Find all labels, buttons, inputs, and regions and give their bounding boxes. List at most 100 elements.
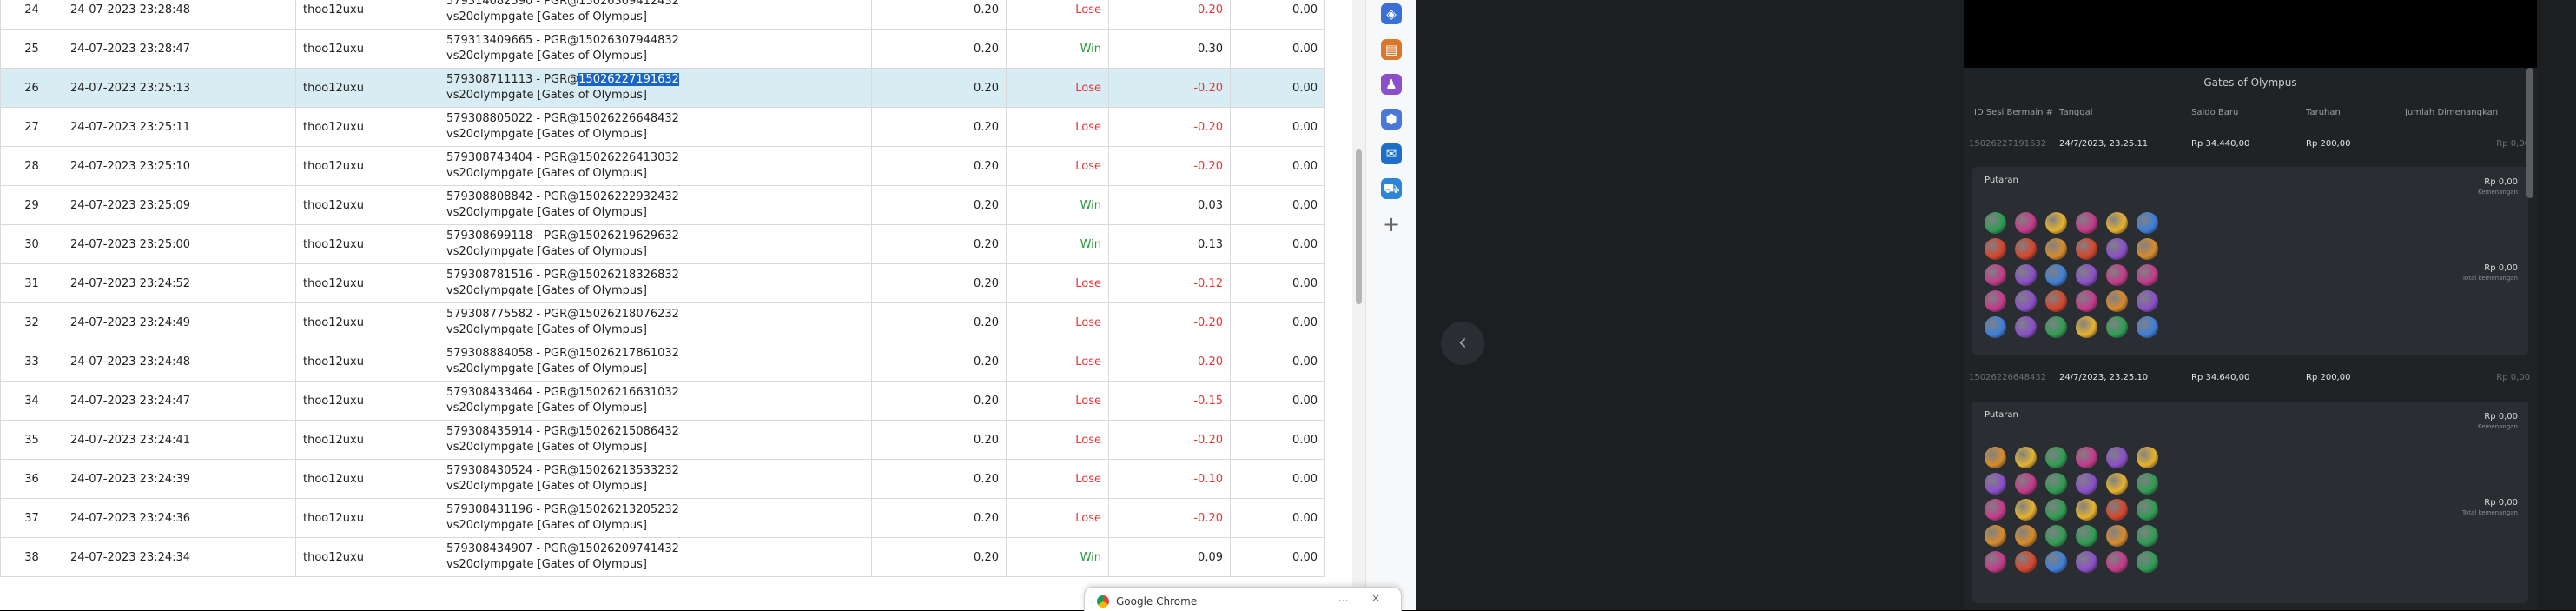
back-arrow-icon[interactable]: ‹	[1441, 322, 1484, 365]
table-row[interactable]: 37 24-07-2023 23:24:36 thoo12uxu 5793084311…	[0, 498, 1325, 538]
chess-icon[interactable]: ♟	[1381, 74, 1402, 95]
add-extension-icon[interactable]: +	[1381, 214, 1402, 235]
modal-title: Gates of Olympus	[2203, 76, 2297, 89]
col-bet: Taruhan	[2306, 108, 2341, 117]
gem-symbol	[2106, 264, 2128, 286]
toolbox-icon[interactable]: ▤	[1381, 39, 1402, 60]
row-extra: 0.00	[1230, 263, 1325, 303]
table-row[interactable]: 29 24-07-2023 23:25:09 thoo12uxu 5793088088…	[0, 185, 1325, 225]
row-game: 579308431196 - PGR@15026213205232 vs20oly…	[439, 498, 872, 538]
row-user: thoo12uxu	[295, 146, 439, 186]
gem-symbol	[2015, 473, 2037, 495]
row-number: 35	[0, 420, 63, 460]
gem-symbol	[2045, 316, 2067, 338]
tag-icon[interactable]: ◈	[1381, 3, 1402, 24]
history-entry[interactable]: 15026227191632 24/7/2023, 23.25.11 Rp 34…	[1964, 139, 2537, 158]
table-row[interactable]: 34 24-07-2023 23:24:47 thoo12uxu 5793084334…	[0, 381, 1325, 421]
table-row[interactable]: 35 24-07-2023 23:24:41 thoo12uxu 5793084359…	[0, 420, 1325, 460]
row-extra: 0.00	[1230, 146, 1325, 186]
gem-symbol	[2106, 316, 2128, 338]
row-bet: 0.20	[871, 302, 1007, 342]
table-row[interactable]: 30 24-07-2023 23:25:00 thoo12uxu 5793086991…	[0, 224, 1325, 264]
table-row[interactable]: 36 24-07-2023 23:24:39 thoo12uxu 5793084305…	[0, 459, 1325, 499]
row-winloss: -0.20	[1108, 68, 1231, 108]
row-result: Lose	[1006, 107, 1109, 147]
row-number: 27	[0, 107, 63, 147]
gem-symbol	[2015, 499, 2037, 521]
history-entry[interactable]: 15026226648432 24/7/2023, 23.25.10 Rp 34…	[1964, 373, 2537, 392]
row-extra: 0.00	[1230, 498, 1325, 538]
gem-symbol	[2106, 551, 2128, 573]
row-game: 579308805022 - PGR@15026226648432 vs20oly…	[439, 107, 872, 147]
table-row[interactable]: 33 24-07-2023 23:24:48 thoo12uxu 5793088840…	[0, 342, 1325, 382]
gem-symbol	[2076, 290, 2097, 312]
shield-icon[interactable]: ⬢	[1381, 109, 1402, 130]
row-winloss: -0.12	[1108, 263, 1231, 303]
table-scrollbar[interactable]	[1352, 0, 1365, 610]
cart-icon[interactable]: ⛟	[1381, 178, 1402, 199]
row-extra: 0.00	[1230, 302, 1325, 342]
row-bet: 0.20	[871, 185, 1007, 225]
spin-card: Putaran Rp 0,00 Kemenangan Rp 0,00 Total…	[1972, 167, 2528, 355]
row-winloss: -0.10	[1108, 459, 1231, 499]
table-row[interactable]: 27 24-07-2023 23:25:11 thoo12uxu 5793088050…	[0, 107, 1325, 147]
gem-symbol	[2045, 473, 2067, 495]
gem-symbol	[2015, 551, 2037, 573]
table-row[interactable]: 24 24-07-2023 23:28:48 thoo12uxu 5793140825…	[0, 0, 1325, 30]
scrollbar-thumb[interactable]	[1356, 149, 1362, 304]
row-result: Lose	[1006, 0, 1109, 30]
table-row[interactable]: 38 24-07-2023 23:24:34 thoo12uxu 5793084349…	[0, 537, 1325, 577]
row-result: Lose	[1006, 420, 1109, 460]
row-number: 36	[0, 459, 63, 499]
row-user: thoo12uxu	[295, 342, 439, 382]
row-time: 24-07-2023 23:24:52	[63, 263, 296, 303]
row-number: 33	[0, 342, 63, 382]
gem-symbol	[2015, 238, 2037, 260]
chrome-notification[interactable]: Google Chrome ... ×	[1084, 587, 1402, 611]
modal-top-bar	[1964, 0, 2537, 68]
col-session-id: ID Sesi Bermain #	[1974, 108, 2053, 117]
transactions-table-wrap: 24 24-07-2023 23:28:48 thoo12uxu 5793140825…	[0, 0, 1325, 577]
row-number: 25	[0, 29, 63, 69]
gem-symbol	[1985, 525, 2006, 547]
row-user: thoo12uxu	[295, 381, 439, 421]
row-bet: 0.20	[871, 146, 1007, 186]
row-game: 579308781516 - PGR@15026218326832 vs20oly…	[439, 263, 872, 303]
gem-symbol	[2015, 212, 2037, 234]
gem-symbol	[2045, 290, 2067, 312]
modal-scrollbar[interactable]	[2526, 68, 2533, 198]
outlook-icon[interactable]: ✉	[1381, 143, 1402, 164]
table-row[interactable]: 28 24-07-2023 23:25:10 thoo12uxu 5793087434…	[0, 146, 1325, 186]
gem-symbol	[2137, 316, 2158, 338]
row-user: thoo12uxu	[295, 107, 439, 147]
row-winloss: 0.30	[1108, 29, 1231, 69]
table-row[interactable]: 32 24-07-2023 23:24:49 thoo12uxu 5793087755…	[0, 302, 1325, 342]
gem-symbol	[1985, 499, 2006, 521]
row-result: Lose	[1006, 68, 1109, 108]
row-game: 579308808842 - PGR@15026222932432 vs20oly…	[439, 185, 872, 225]
table-row[interactable]: 25 24-07-2023 23:28:47 thoo12uxu 5793134096…	[0, 29, 1325, 69]
selected-text[interactable]: 15026227191632	[578, 73, 679, 86]
gem-symbol	[2045, 264, 2067, 286]
row-time: 24-07-2023 23:24:34	[63, 537, 296, 577]
close-icon[interactable]: ×	[1371, 592, 1380, 604]
row-result: Lose	[1006, 342, 1109, 382]
row-number: 29	[0, 185, 63, 225]
row-extra: 0.00	[1230, 0, 1325, 30]
more-icon[interactable]: ...	[1338, 592, 1348, 604]
gem-symbol	[2045, 238, 2067, 260]
row-extra: 0.00	[1230, 185, 1325, 225]
row-extra: 0.00	[1230, 537, 1325, 577]
row-bet: 0.20	[871, 224, 1007, 264]
row-extra: 0.00	[1230, 342, 1325, 382]
row-game: 579308430524 - PGR@15026213533232 vs20oly…	[439, 459, 872, 499]
row-extra: 0.00	[1230, 107, 1325, 147]
gem-symbol	[2076, 499, 2097, 521]
table-row[interactable]: 26 24-07-2023 23:25:13 thoo12uxu 5793087111…	[0, 68, 1325, 108]
row-time: 24-07-2023 23:25:00	[63, 224, 296, 264]
gem-symbol	[1985, 238, 2006, 260]
table-row[interactable]: 31 24-07-2023 23:24:52 thoo12uxu 5793087815…	[0, 263, 1325, 303]
row-bet: 0.20	[871, 107, 1007, 147]
row-extra: 0.00	[1230, 224, 1325, 264]
history-header: ID Sesi Bermain # Tanggal Saldo Baru Tar…	[1964, 108, 2537, 127]
